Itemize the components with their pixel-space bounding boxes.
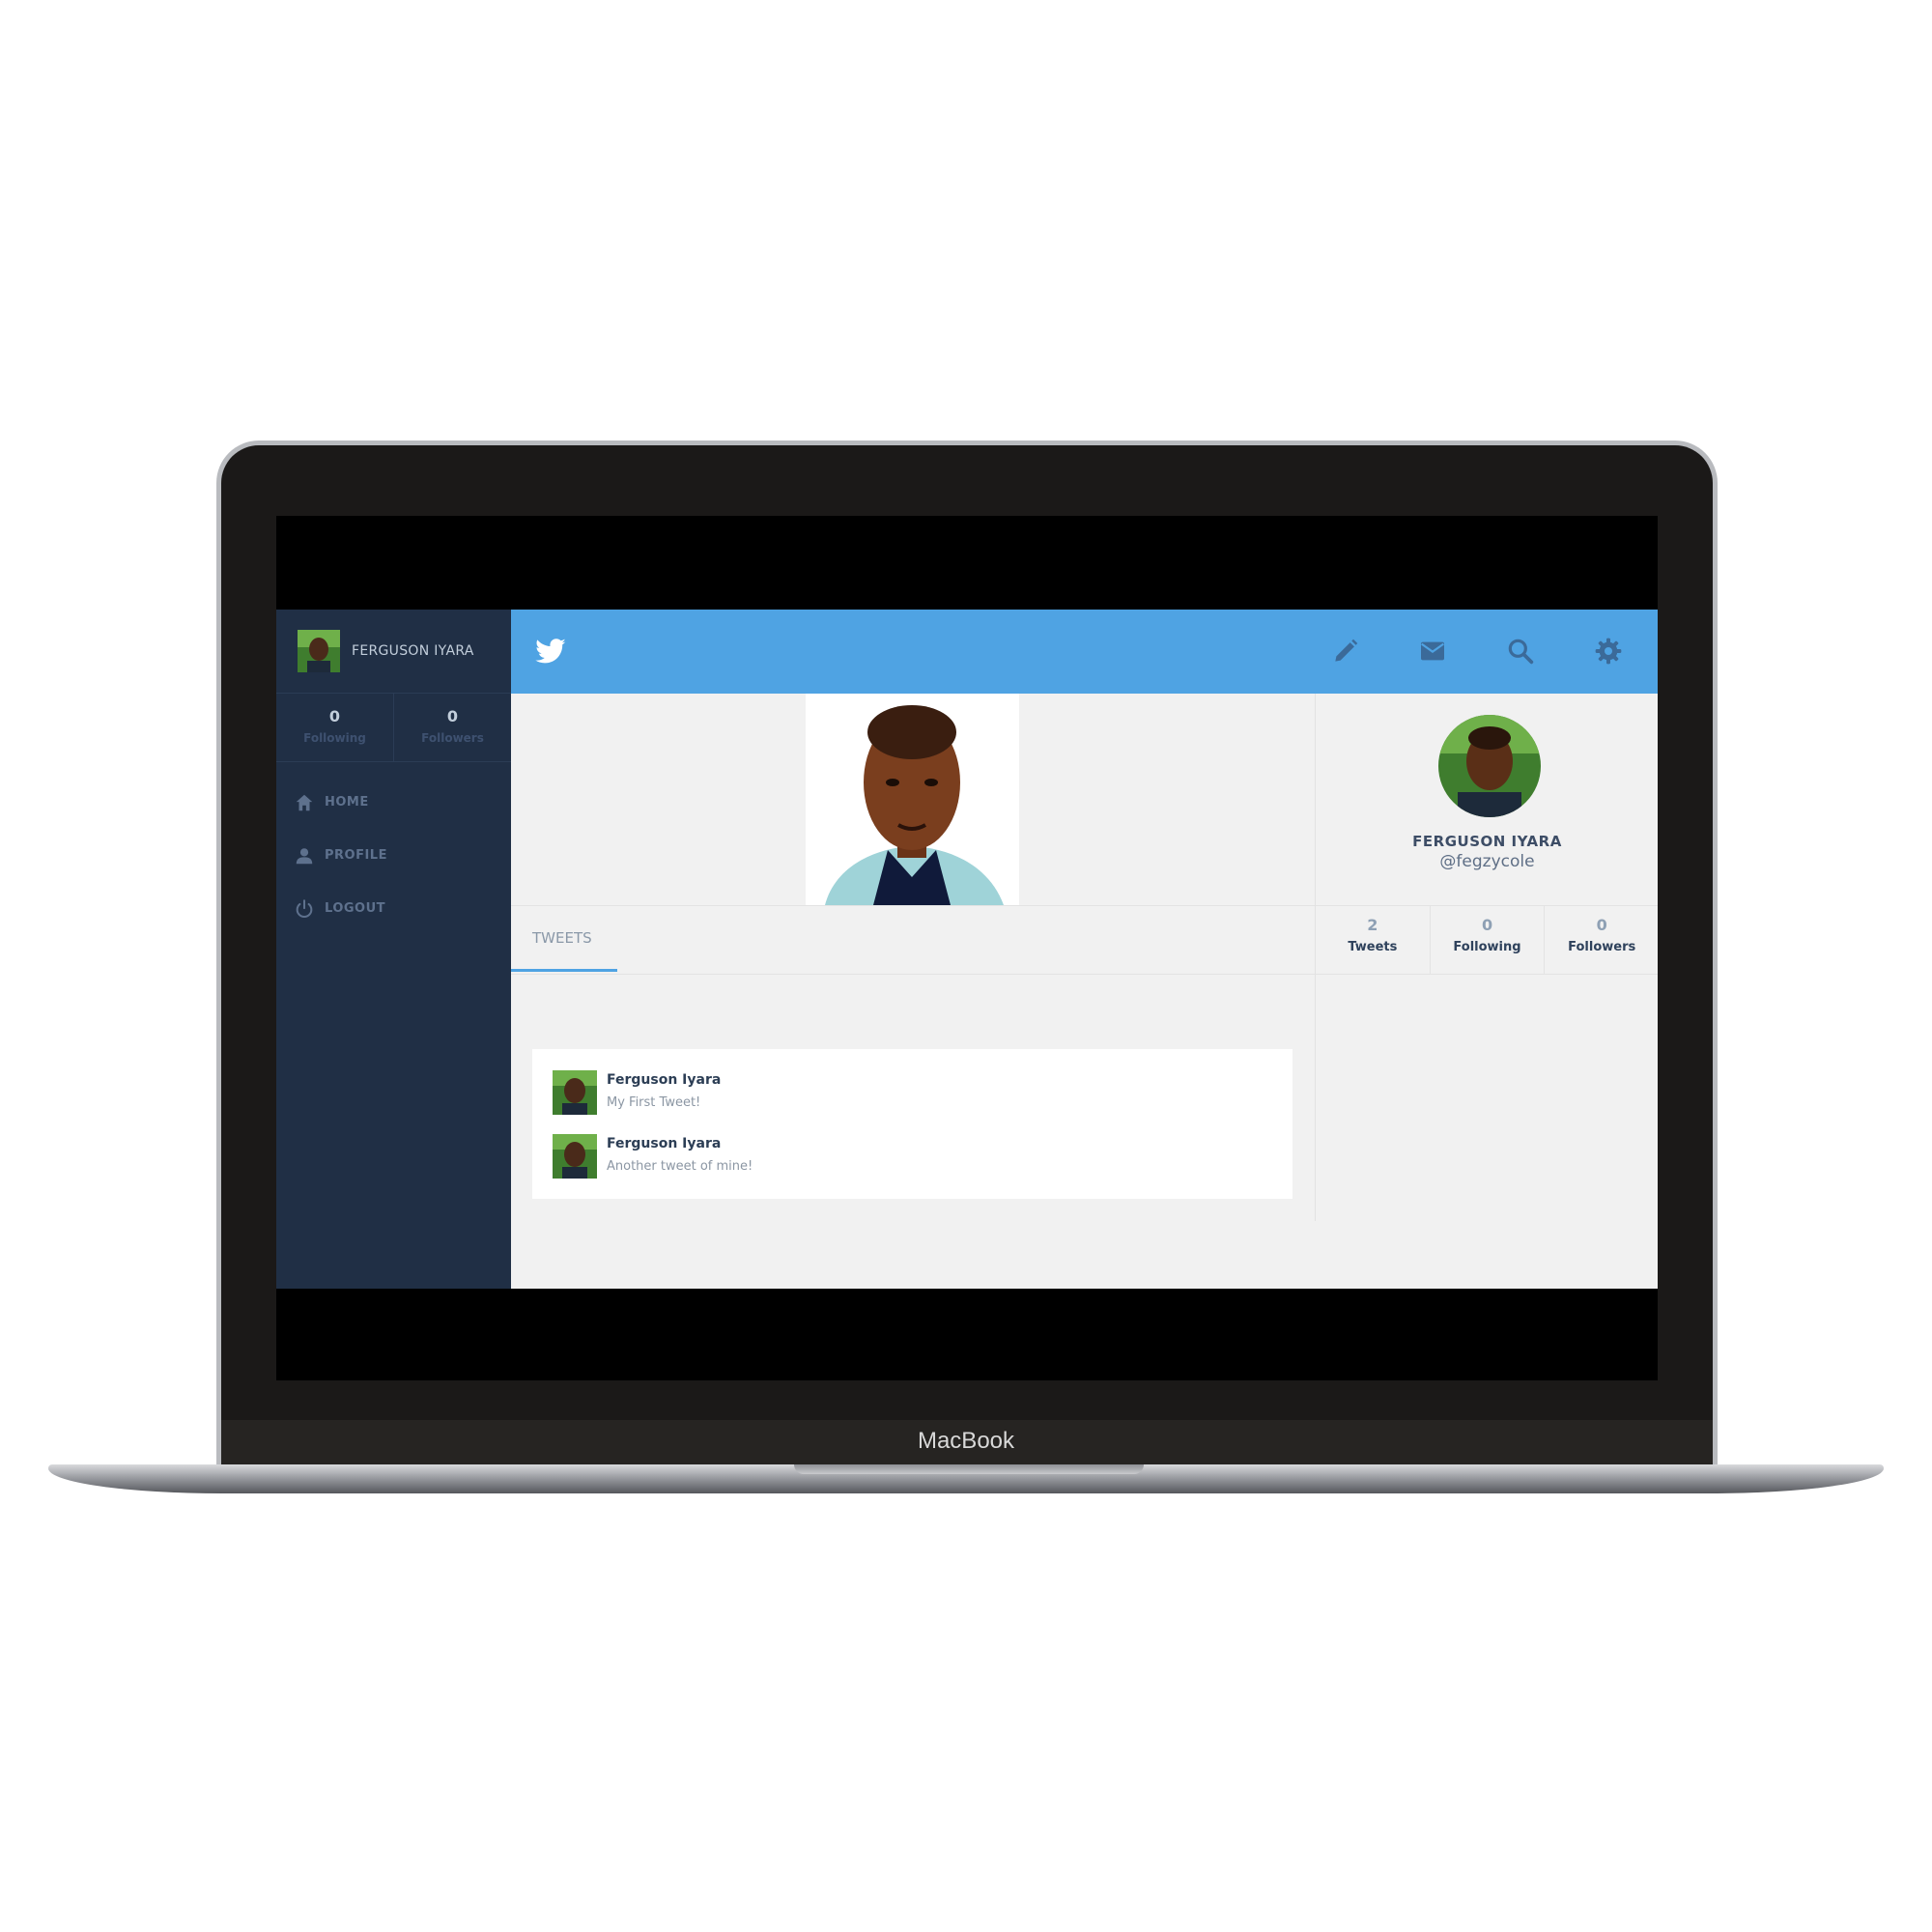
top-bar bbox=[511, 610, 1658, 694]
profile-handle: @fegzycole bbox=[1439, 852, 1535, 871]
search-icon[interactable] bbox=[1505, 636, 1536, 667]
tab-tweets-label: TWEETS bbox=[532, 929, 592, 947]
profile-name: FERGUSON IYARA bbox=[1412, 833, 1562, 850]
sidebar-stat-followers[interactable]: 0 Followers bbox=[394, 694, 511, 761]
tweet-avatar bbox=[553, 1134, 597, 1179]
sidebar-item-profile[interactable]: PROFILE bbox=[276, 829, 511, 882]
profile-tabs: TWEETS bbox=[511, 905, 1315, 975]
tweet-feed: Ferguson Iyara My First Tweet! Ferguson … bbox=[532, 1049, 1293, 1199]
power-icon bbox=[296, 898, 313, 918]
sidebar-item-label: HOME bbox=[325, 795, 369, 810]
sidebar-stat-following[interactable]: 0 Following bbox=[276, 694, 394, 761]
profile-avatar[interactable] bbox=[1438, 715, 1541, 817]
sidebar-stats: 0 Following 0 Followers bbox=[276, 694, 511, 762]
device-brand-label: MacBook bbox=[917, 1428, 1015, 1454]
tweets-count: 2 bbox=[1367, 916, 1378, 934]
profile-stat-following[interactable]: 0 Following bbox=[1431, 906, 1546, 974]
sidebar: FERGUSON IYARA 0 Following 0 Followers H… bbox=[276, 610, 511, 1289]
tweet-text: Another tweet of mine! bbox=[607, 1159, 753, 1174]
profile-stat-followers[interactable]: 0 Followers bbox=[1545, 906, 1658, 974]
sidebar-item-logout[interactable]: LOGOUT bbox=[276, 882, 511, 935]
person-icon bbox=[296, 847, 313, 864]
tweet-text: My First Tweet! bbox=[607, 1095, 701, 1110]
home-icon bbox=[296, 794, 313, 810]
sidebar-followers-count: 0 bbox=[446, 707, 459, 725]
tweet-item[interactable]: Ferguson Iyara Another tweet of mine! bbox=[553, 1134, 1229, 1179]
sidebar-item-label: LOGOUT bbox=[325, 901, 386, 916]
followers-count: 0 bbox=[1596, 916, 1607, 934]
following-count: 0 bbox=[1481, 916, 1493, 934]
tweet-author[interactable]: Ferguson Iyara bbox=[607, 1136, 721, 1151]
tweets-label: Tweets bbox=[1348, 940, 1398, 954]
profile-stats: 2 Tweets 0 Following 0 Followers bbox=[1316, 905, 1658, 975]
tweet-avatar bbox=[553, 1070, 597, 1115]
pencil-icon[interactable] bbox=[1330, 636, 1361, 667]
laptop-notch bbox=[794, 1464, 1144, 1474]
gear-icon[interactable] bbox=[1593, 636, 1624, 667]
sidebar-following-label: Following bbox=[303, 731, 366, 745]
tweet-author[interactable]: Ferguson Iyara bbox=[607, 1072, 721, 1088]
portrait-image bbox=[806, 694, 1019, 905]
sidebar-nav: HOME PROFILE LOGOUT bbox=[276, 776, 511, 935]
tweet-item[interactable]: Ferguson Iyara My First Tweet! bbox=[553, 1070, 1229, 1115]
following-label: Following bbox=[1453, 940, 1521, 954]
profile-card: FERGUSON IYARA @fegzycole 2 Tweets 0 Fol… bbox=[1315, 694, 1658, 1221]
sidebar-user[interactable]: FERGUSON IYARA bbox=[276, 610, 511, 694]
twitter-app: FERGUSON IYARA 0 Following 0 Followers H… bbox=[276, 610, 1658, 1289]
tab-tweets[interactable]: TWEETS bbox=[511, 906, 617, 972]
mail-icon[interactable] bbox=[1417, 636, 1448, 667]
profile-stat-tweets[interactable]: 2 Tweets bbox=[1316, 906, 1431, 974]
sidebar-following-count: 0 bbox=[328, 707, 341, 725]
sidebar-user-name: FERGUSON IYARA bbox=[352, 643, 474, 659]
followers-label: Followers bbox=[1568, 940, 1636, 954]
cover-area bbox=[511, 694, 1315, 905]
sidebar-item-home[interactable]: HOME bbox=[276, 776, 511, 829]
sidebar-item-label: PROFILE bbox=[325, 848, 387, 863]
sidebar-followers-label: Followers bbox=[421, 731, 484, 745]
laptop-screen: FERGUSON IYARA 0 Following 0 Followers H… bbox=[276, 516, 1658, 1380]
sidebar-avatar bbox=[298, 630, 340, 672]
profile-avatar-image bbox=[1438, 715, 1541, 817]
profile-cover-photo bbox=[806, 694, 1019, 905]
twitter-bird-icon[interactable] bbox=[534, 635, 567, 668]
